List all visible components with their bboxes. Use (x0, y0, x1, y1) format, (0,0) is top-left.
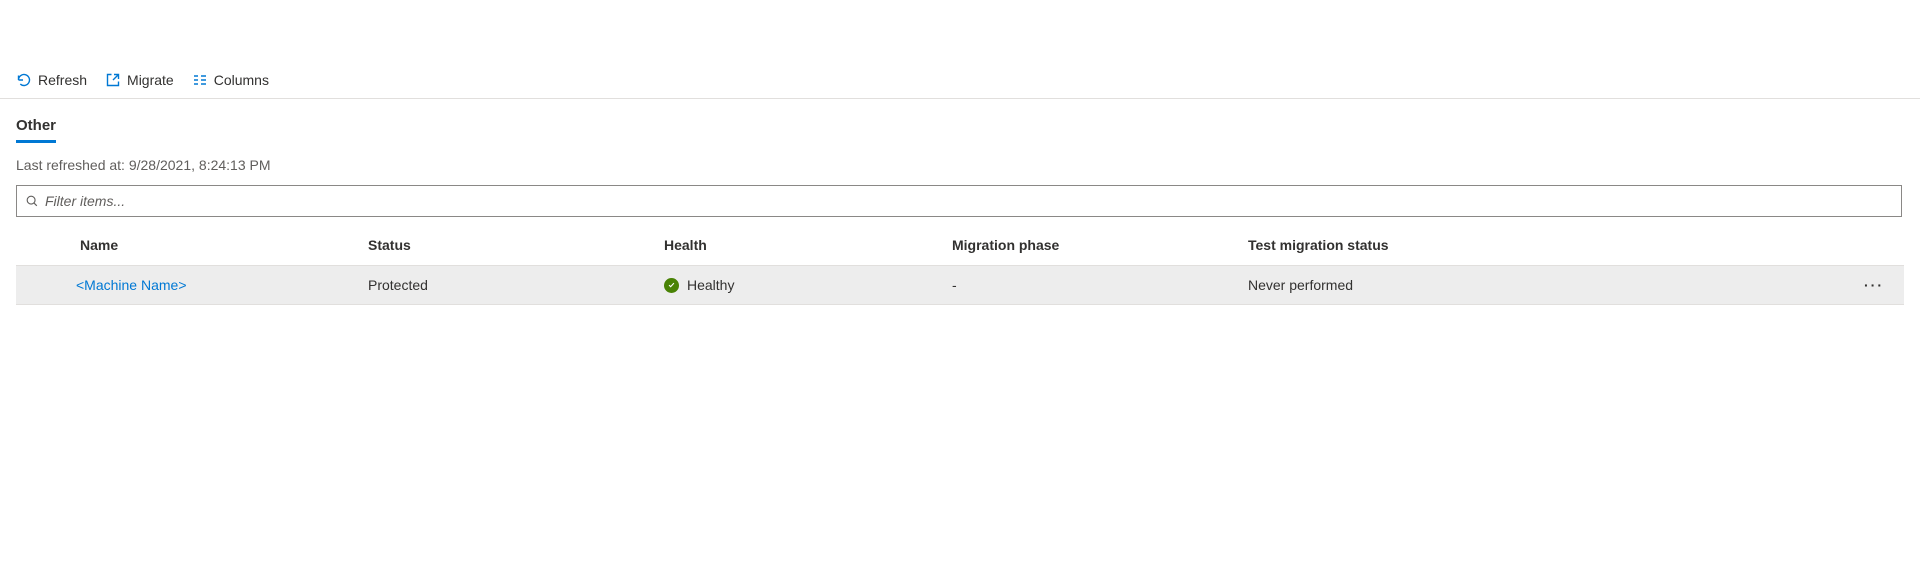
row-name[interactable]: <Machine Name> (76, 277, 364, 293)
row-actions-button[interactable]: ··· (1844, 277, 1904, 293)
row-health-text: Healthy (687, 277, 734, 293)
columns-icon (192, 72, 208, 88)
row-status: Protected (364, 277, 660, 293)
command-bar: Refresh Migrate Columns (0, 62, 1920, 99)
migrate-button[interactable]: Migrate (105, 72, 174, 88)
table-row[interactable]: <Machine Name> Protected Healthy - Never… (16, 265, 1904, 305)
row-migration-phase: - (948, 277, 1244, 293)
last-refreshed-prefix: Last refreshed at: (16, 157, 129, 173)
col-status[interactable]: Status (364, 237, 660, 253)
search-icon (25, 194, 39, 208)
col-health[interactable]: Health (660, 237, 948, 253)
results-table: Name Status Health Migration phase Test … (16, 225, 1904, 305)
refresh-icon (16, 72, 32, 88)
columns-label: Columns (214, 72, 269, 88)
row-test-migration-status: Never performed (1244, 277, 1540, 293)
last-refreshed: Last refreshed at: 9/28/2021, 8:24:13 PM (16, 157, 1904, 173)
check-circle-icon (664, 278, 679, 293)
tab-other[interactable]: Other (16, 117, 56, 143)
refresh-button[interactable]: Refresh (16, 72, 87, 88)
external-link-icon (105, 72, 121, 88)
refresh-label: Refresh (38, 72, 87, 88)
col-migration-phase[interactable]: Migration phase (948, 237, 1244, 253)
last-refreshed-value: 9/28/2021, 8:24:13 PM (129, 157, 271, 173)
filter-input[interactable] (45, 193, 1893, 209)
row-health: Healthy (660, 277, 948, 294)
col-name[interactable]: Name (76, 237, 364, 253)
main-content: Other Last refreshed at: 9/28/2021, 8:24… (0, 99, 1920, 323)
columns-button[interactable]: Columns (192, 72, 269, 88)
tab-row: Other (16, 117, 1904, 143)
more-icon: ··· (1864, 277, 1884, 293)
migrate-label: Migrate (127, 72, 174, 88)
table-header: Name Status Health Migration phase Test … (16, 225, 1904, 265)
col-test-migration-status[interactable]: Test migration status (1244, 237, 1540, 253)
filter-box[interactable] (16, 185, 1902, 217)
